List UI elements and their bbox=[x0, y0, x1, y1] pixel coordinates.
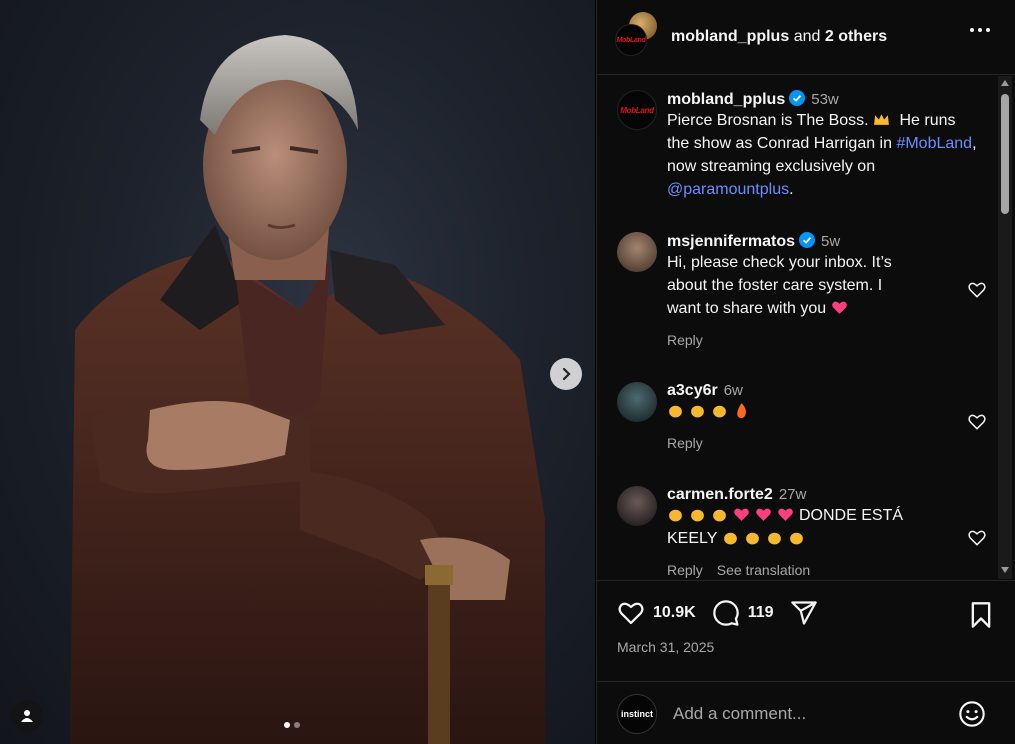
header-and-text: and bbox=[793, 28, 821, 45]
caption-age[interactable]: 53w bbox=[811, 91, 839, 108]
chevron-right-icon bbox=[562, 367, 571, 381]
commenter-avatar[interactable] bbox=[617, 382, 657, 422]
pink-heart-emoji-icon bbox=[831, 301, 847, 314]
post-actions: 10.9K 119 March 31, 2025 instinct Add a … bbox=[597, 580, 1015, 744]
raised-hands-emoji-icon bbox=[669, 509, 682, 522]
crown-emoji-icon bbox=[874, 114, 889, 125]
fire-emoji-icon bbox=[737, 403, 746, 418]
comment-age[interactable]: 6w bbox=[724, 382, 743, 399]
caption-text: Pierce Brosnan is The Boss. He runs the … bbox=[667, 112, 977, 198]
header-others[interactable]: 2 others bbox=[825, 28, 887, 45]
current-user-avatar[interactable]: instinct bbox=[617, 693, 657, 734]
more-options-button[interactable] bbox=[970, 28, 990, 32]
like-comment-heart-icon[interactable] bbox=[967, 280, 987, 300]
raised-hands-emoji-icon bbox=[713, 509, 726, 522]
collab-avatars[interactable]: MobLand bbox=[615, 12, 657, 58]
add-comment-bar: instinct Add a comment... bbox=[597, 681, 1015, 744]
add-comment-input[interactable]: Add a comment... bbox=[673, 704, 806, 724]
comment-icon[interactable] bbox=[712, 599, 740, 627]
reply-button[interactable]: Reply bbox=[667, 332, 703, 348]
post-photo[interactable] bbox=[0, 0, 595, 744]
emoji-icon[interactable] bbox=[958, 700, 986, 728]
action-row: 10.9K 119 bbox=[617, 599, 818, 627]
next-photo-button[interactable] bbox=[550, 358, 582, 390]
comment-age[interactable]: 27w bbox=[779, 486, 807, 503]
mention-link[interactable]: @paramountplus bbox=[667, 181, 789, 198]
bookmark-icon[interactable] bbox=[968, 601, 994, 629]
tagged-users-button[interactable] bbox=[11, 700, 43, 732]
more-icon bbox=[970, 28, 974, 32]
post-date[interactable]: March 31, 2025 bbox=[617, 639, 714, 655]
raised-hands-emoji-icon bbox=[723, 532, 737, 545]
scroll-up-icon[interactable] bbox=[1001, 80, 1009, 86]
reply-button[interactable]: Reply bbox=[667, 435, 703, 451]
comment-item: carmen.forte2 27w DONDE ESTÁ KEELY Reply S… bbox=[617, 486, 987, 579]
carousel-indicator bbox=[284, 722, 300, 728]
pink-heart-emoji-icon bbox=[778, 508, 793, 521]
post-header-title: mobland_pplus and 2 others bbox=[671, 28, 887, 46]
carousel-dot bbox=[294, 722, 300, 728]
clap-emoji-icon bbox=[669, 405, 682, 418]
see-translation-button[interactable]: See translation bbox=[717, 562, 810, 578]
comments-scrollbar[interactable] bbox=[998, 76, 1012, 579]
comment-age[interactable]: 5w bbox=[821, 233, 840, 250]
commenter-avatar[interactable] bbox=[617, 486, 657, 526]
raised-hands-emoji-icon bbox=[789, 532, 803, 545]
post-side-panel: MobLand mobland_pplus and 2 others MobLa… bbox=[596, 0, 1015, 744]
pink-heart-emoji-icon bbox=[756, 508, 771, 521]
comments-list: MobLand mobland_pplus 53w Pierce Brosnan … bbox=[597, 76, 997, 579]
header-username[interactable]: mobland_pplus bbox=[671, 28, 789, 45]
reply-button[interactable]: Reply bbox=[667, 562, 703, 578]
comment-username[interactable]: msjennifermatos bbox=[667, 233, 795, 250]
comment-item: a3cy6r 6w Reply bbox=[617, 382, 987, 462]
raised-hands-emoji-icon bbox=[745, 532, 759, 545]
mobland-logo-text: MobLand bbox=[616, 36, 646, 44]
share-icon[interactable] bbox=[790, 599, 818, 627]
clap-emoji-icon bbox=[713, 405, 726, 418]
scroll-down-icon[interactable] bbox=[1001, 567, 1009, 573]
caption-avatar[interactable]: MobLand bbox=[617, 90, 657, 130]
clap-emoji-icon bbox=[691, 405, 704, 418]
comment-text: Hi, please check your inbox. It’s about … bbox=[667, 254, 892, 317]
comment-username[interactable]: a3cy6r bbox=[667, 382, 718, 399]
mobland-logo-text: MobLand bbox=[620, 105, 654, 115]
comment-username[interactable]: carmen.forte2 bbox=[667, 486, 773, 503]
user-tag-icon bbox=[21, 710, 33, 722]
like-comment-heart-icon[interactable] bbox=[967, 412, 987, 432]
caption-username[interactable]: mobland_pplus bbox=[667, 91, 785, 108]
verified-icon bbox=[789, 90, 806, 106]
comment-item: msjennifermatos 5w Hi, please check your … bbox=[617, 232, 987, 352]
commenter-avatar[interactable] bbox=[617, 232, 657, 272]
raised-hands-emoji-icon bbox=[691, 509, 704, 522]
pink-heart-emoji-icon bbox=[734, 508, 749, 521]
heart-icon[interactable] bbox=[617, 599, 645, 627]
like-count[interactable]: 10.9K bbox=[653, 604, 696, 622]
like-comment-heart-icon[interactable] bbox=[967, 528, 987, 548]
hashtag-link[interactable]: #MobLand bbox=[896, 135, 972, 152]
caption: MobLand mobland_pplus 53w Pierce Brosnan … bbox=[617, 90, 987, 210]
comment-count[interactable]: 119 bbox=[748, 604, 774, 622]
raised-hands-emoji-icon bbox=[767, 532, 781, 545]
scrollbar-thumb[interactable] bbox=[1001, 94, 1009, 214]
post-header: MobLand mobland_pplus and 2 others bbox=[597, 0, 1015, 75]
comment-text: DONDE ESTÁ KEELY bbox=[667, 507, 904, 547]
collab-avatar-mobland: MobLand bbox=[615, 24, 647, 56]
verified-icon bbox=[799, 232, 816, 248]
comment-text bbox=[667, 400, 967, 423]
photo-illustration bbox=[70, 35, 545, 744]
carousel-dot-active bbox=[284, 722, 290, 728]
